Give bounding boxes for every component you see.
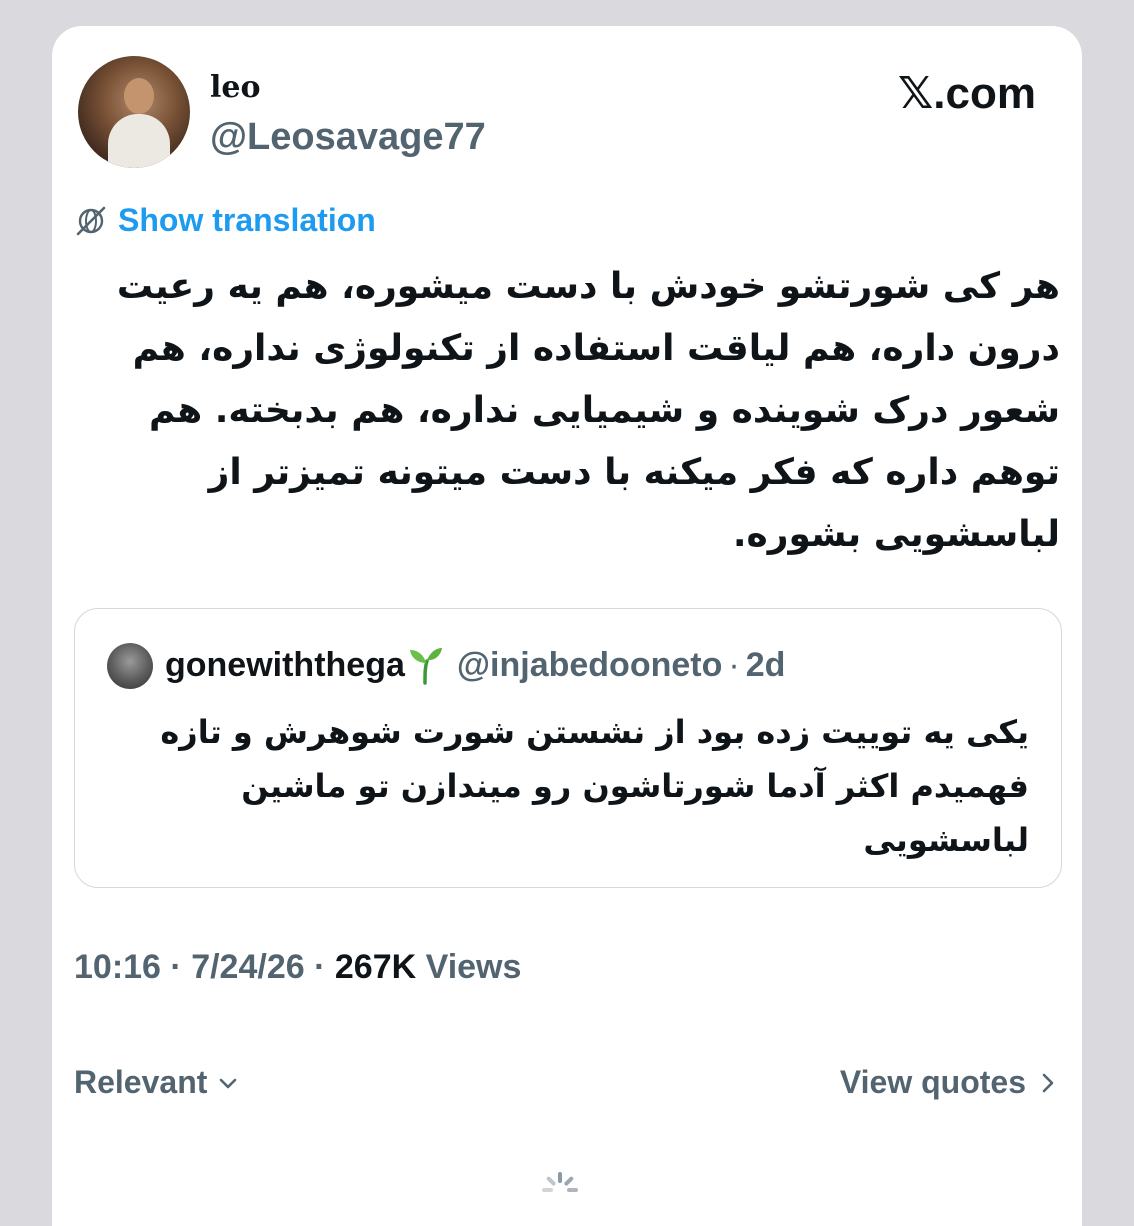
author-avatar[interactable] (78, 56, 190, 168)
brand-logo: 𝕏.com (897, 69, 1036, 118)
chevron-right-icon (1042, 1073, 1054, 1092)
quote-header: gonewiththega @injabedooneto · 2d (165, 645, 785, 685)
tweet-text: هر کی شورتشو خودش با دست میشوره، هم یه ر… (116, 266, 1060, 555)
quote-author-name: gonewiththega (165, 645, 405, 684)
author-display-name[interactable]: leo (210, 70, 261, 105)
view-quotes-label: View quotes (839, 1064, 1026, 1100)
tweet-meta: 10:16 · 7/24/26 · 267K Views (74, 948, 521, 987)
meta-separator: · (314, 948, 326, 986)
views-count: 267K (334, 948, 417, 986)
quote-separator: · (728, 645, 740, 684)
tweet-card: leo @Leosavage77 𝕏.com Show translation … (52, 26, 1082, 1226)
quoted-tweet[interactable]: gonewiththega @injabedooneto · 2d یکی یه… (74, 608, 1062, 888)
meta-separator: · (170, 948, 182, 986)
avatar-shirt (108, 114, 170, 168)
show-translation-link[interactable]: Show translation (118, 202, 376, 239)
quote-text: یکی یه توییت زده بود از نشستن شورت شوهرش… (160, 713, 1029, 859)
quote-timestamp: 2d (745, 645, 786, 684)
loading-spinner-icon (542, 1172, 578, 1192)
author-handle[interactable]: @Leosavage77 (210, 116, 486, 159)
tweet-time[interactable]: 10:16 (74, 948, 161, 986)
views-label: Views (425, 948, 522, 986)
translation-row[interactable]: Show translation (74, 202, 376, 239)
quote-author-handle: @injabedooneto (456, 645, 723, 684)
quote-author-avatar (107, 643, 153, 689)
sort-dropdown[interactable]: Relevant (74, 1064, 241, 1101)
globe-slash-icon (76, 206, 106, 235)
sort-label: Relevant (74, 1064, 208, 1100)
replies-toolbar: Relevant View quotes (74, 1064, 1060, 1101)
view-quotes-link[interactable]: View quotes (840, 1064, 1060, 1101)
avatar-head (124, 78, 154, 114)
tweet-date[interactable]: 7/24/26 (191, 948, 304, 986)
sprout-icon (409, 648, 442, 685)
chevron-down-icon (220, 1078, 237, 1088)
